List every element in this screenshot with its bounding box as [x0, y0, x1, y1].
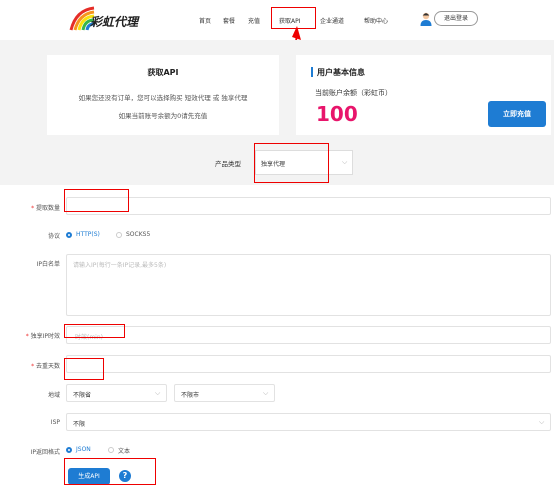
format-text-text[interactable]: 文本: [118, 446, 130, 455]
protocol-http-text[interactable]: HTTP(S): [76, 231, 100, 238]
nav-enterprise[interactable]: 企业通道: [320, 16, 344, 25]
exclusive-time-label: * 独享IP时效: [25, 333, 60, 340]
ip-whitelist-placeholder: 请输入IP(每行一条IP记录,最多5条): [73, 262, 167, 269]
annotation-box-generate: [64, 458, 156, 485]
dedup-days-label: * 去重天数: [31, 363, 60, 370]
get-api-hint-1: 如果您还没有订单，您可以选择购买 短效代理 或 独享代理: [78, 94, 248, 102]
dedup-days-input[interactable]: [66, 355, 551, 373]
ip-whitelist-textarea[interactable]: 请输入IP(每行一条IP记录,最多5条): [66, 254, 551, 316]
chevron-down-icon: ⌵: [155, 389, 161, 397]
annotation-box-dedup-days: [64, 358, 104, 380]
isp-label: ISP: [50, 419, 60, 426]
product-type-label: 产品类型: [215, 160, 241, 168]
get-api-title: 获取API: [147, 68, 179, 77]
user-avatar-icon[interactable]: [420, 12, 432, 26]
protocol-label: 协议: [47, 233, 60, 240]
ip-whitelist-label: IP白名单: [36, 261, 60, 268]
extract-count-input[interactable]: [66, 197, 551, 215]
province-select[interactable]: 不限省 ⌵: [66, 384, 167, 402]
isp-value: 不限: [73, 421, 86, 428]
annotation-box-extract-count: [64, 189, 129, 212]
isp-select[interactable]: 不限 ⌵: [66, 413, 551, 431]
nav-packages[interactable]: 套餐: [223, 16, 235, 25]
balance-value: 100: [316, 102, 358, 126]
province-value: 不限省: [73, 392, 92, 399]
annotation-box-exclusive-time: [64, 324, 125, 338]
protocol-socks5-text[interactable]: SOCKS5: [126, 231, 150, 238]
nav-recharge[interactable]: 充值: [248, 16, 260, 25]
nav-help-center[interactable]: 帮助中心: [364, 16, 388, 25]
logo-text: 彩虹代理: [90, 15, 139, 29]
format-json-text[interactable]: JSON: [76, 446, 91, 453]
chevron-down-icon: ⌵: [539, 418, 545, 426]
get-api-hint-2: 如果当前账号余额为0请先充值: [118, 112, 208, 120]
city-select[interactable]: 不限市 ⌵: [174, 384, 275, 402]
protocol-http-radio[interactable]: [66, 232, 72, 238]
return-format-label: IP返回格式: [30, 449, 60, 456]
chevron-down-icon: ⌵: [263, 389, 269, 397]
protocol-socks5-radio[interactable]: [116, 232, 122, 238]
city-value: 不限市: [181, 392, 200, 399]
section-accent-bar: [311, 67, 313, 77]
annotation-box-product-type: [254, 143, 329, 183]
get-api-card: 获取API 如果您还没有订单，您可以选择购买 短效代理 或 独享代理 如果当前账…: [47, 55, 279, 135]
nav-home[interactable]: 首页: [199, 16, 211, 25]
exclusive-time-input[interactable]: 时效(min): [66, 326, 551, 344]
recharge-button[interactable]: 立即充值: [488, 101, 546, 127]
chevron-down-icon: ⌵: [342, 158, 348, 166]
format-text-radio[interactable]: [108, 447, 114, 453]
extract-count-label: * 提取数量: [31, 205, 60, 212]
balance-label: 当前账户余额（彩虹币）: [315, 89, 392, 97]
logout-button[interactable]: 退出登录: [434, 11, 478, 26]
format-json-radio[interactable]: [66, 447, 72, 453]
user-info-title: 用户基本信息: [317, 68, 365, 77]
region-label: 地域: [47, 392, 60, 399]
